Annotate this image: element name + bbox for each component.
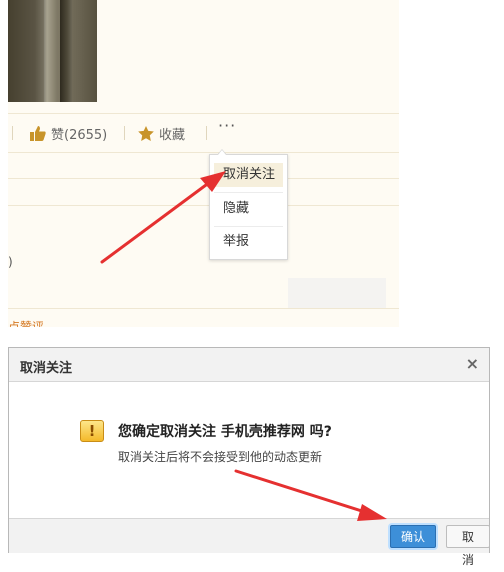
divider [206,126,207,140]
divider [124,126,125,140]
cancel-button[interactable]: 取消 [446,525,490,567]
divider [8,308,399,309]
star-icon [138,125,154,141]
bottom-link-fragment[interactable]: 点赞评 [8,318,44,327]
menu-item-report[interactable]: 举报 [214,230,283,254]
confirm-question: 您确定取消关注 手机壳推荐网 吗? [118,424,332,440]
menu-item-unfollow[interactable]: 取消关注 [214,163,283,187]
photo-detail [60,0,72,102]
unfollow-confirm-dialog: 取消关注 × ! 您确定取消关注 手机壳推荐网 吗? 取消关注后将不会接受到他的… [8,347,490,567]
weibo-feed-card: 赞(2655) 收藏 ··· ) 点赞评 [8,0,399,327]
divider [8,205,399,206]
dialog-title: 取消关注 [20,361,73,376]
thumbs-up-icon [30,125,46,141]
favorite-label: 收藏 [159,127,186,143]
warning-icon: ! [80,420,104,442]
menu-divider [214,192,283,193]
like-count: 赞(2655) [51,127,108,143]
dialog-header: 取消关注 × [9,348,489,382]
close-icon[interactable]: × [466,354,479,373]
divider [12,126,13,140]
favorite-button[interactable]: 收藏 [138,123,185,143]
dialog-footer: 确认 取消 [9,518,490,567]
blurred-area [288,278,386,308]
menu-item-hide[interactable]: 隐藏 [214,197,283,221]
like-button[interactable]: 赞(2655) [30,123,107,143]
more-options-menu: 取消关注 隐藏 举报 [209,154,288,260]
menu-divider [214,226,283,227]
text-fragment: ) [8,255,13,269]
confirm-note: 取消关注后将不会接受到他的动态更新 [118,450,323,464]
post-photo[interactable] [8,0,97,102]
divider [8,178,399,179]
menu-caret-inner [218,150,226,155]
more-options-button[interactable]: ··· [218,116,236,135]
action-bar: 赞(2655) 收藏 [8,113,399,153]
confirm-button[interactable]: 确认 [390,525,436,548]
